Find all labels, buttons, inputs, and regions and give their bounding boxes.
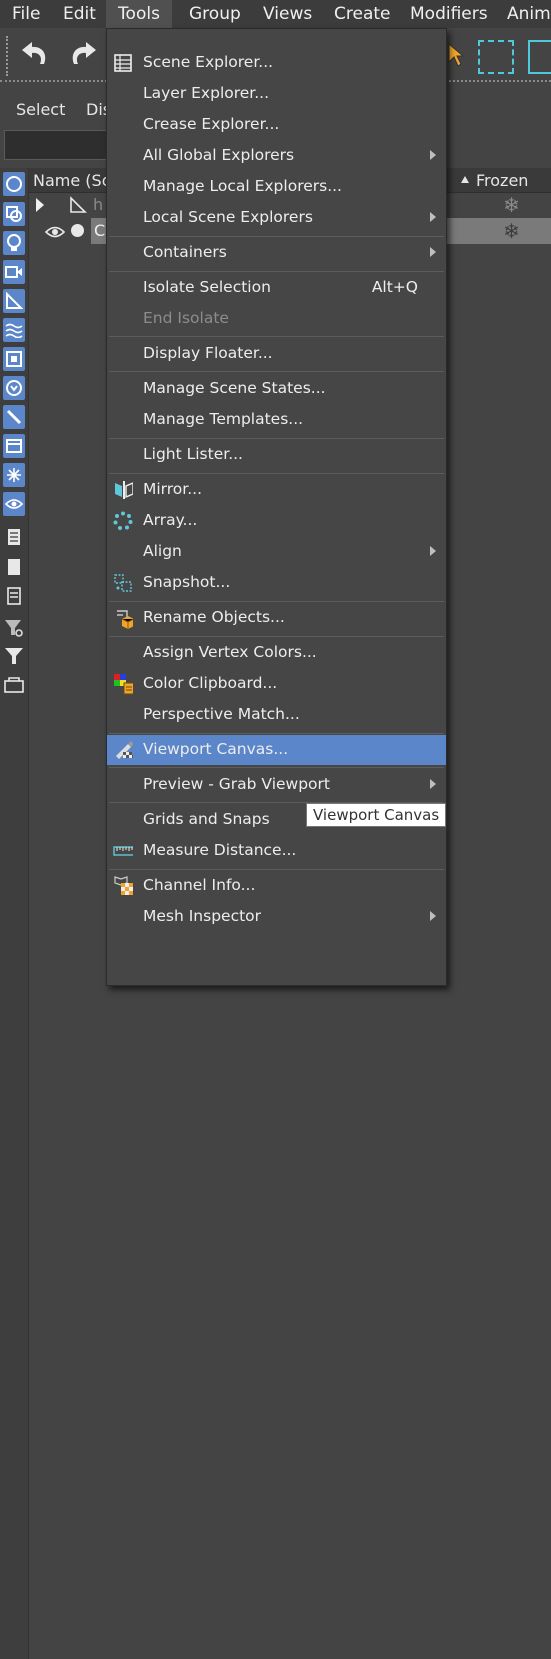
- menu-item-manage-templates[interactable]: Manage Templates...: [107, 405, 446, 435]
- tooltip: Viewport Canvas: [306, 803, 447, 827]
- menu-separator: [109, 636, 444, 637]
- invert-display-icon[interactable]: [3, 584, 25, 608]
- channel-info-icon: [113, 876, 133, 896]
- array-icon: [113, 511, 133, 531]
- helper-icon: [69, 196, 87, 214]
- menu-item-snapshot[interactable]: Snapshot...: [107, 568, 446, 598]
- menu-item-mesh-inspector[interactable]: Mesh Inspector: [107, 902, 446, 932]
- snowflake-icon[interactable]: ❄: [472, 192, 551, 218]
- menu-views[interactable]: Views: [263, 0, 312, 28]
- row-name: h: [93, 195, 104, 214]
- submenu-arrow-icon: [430, 247, 436, 257]
- display-all-icon[interactable]: [3, 525, 25, 549]
- menu-item-align[interactable]: Align: [107, 537, 446, 567]
- sort-ascending-icon: [461, 176, 469, 183]
- menu-item-isolate-selection[interactable]: Isolate Selection Alt+Q: [107, 273, 446, 303]
- menu-item-layer-explorer[interactable]: Layer Explorer...: [107, 79, 446, 109]
- tools-dropdown-menu: Scene Explorer... Layer Explorer... Crea…: [106, 28, 447, 986]
- menu-item-measure-distance[interactable]: Measure Distance...: [107, 836, 446, 866]
- frozen-filter-icon[interactable]: [3, 463, 25, 487]
- menu-separator: [109, 473, 444, 474]
- containers-filter-icon[interactable]: [3, 434, 25, 458]
- menu-item-color-clipboard[interactable]: Color Clipboard...: [107, 669, 446, 699]
- submenu-arrow-icon: [430, 911, 436, 921]
- window-crossing-icon[interactable]: [528, 40, 551, 74]
- menu-item-preview-grab-viewport[interactable]: Preview - Grab Viewport: [107, 770, 446, 800]
- filter-icon[interactable]: [3, 644, 25, 668]
- groups-filter-icon[interactable]: [3, 347, 25, 371]
- menu-item-array[interactable]: Array...: [107, 506, 446, 536]
- menu-item-containers[interactable]: Containers: [107, 238, 446, 268]
- explorer-select-tab[interactable]: Select: [16, 100, 65, 119]
- viewport-canvas-icon: [113, 740, 133, 760]
- menu-group[interactable]: Group: [189, 0, 241, 28]
- menu-separator: [109, 601, 444, 602]
- expand-arrow-icon[interactable]: [36, 198, 44, 212]
- bones-filter-icon[interactable]: [3, 405, 25, 429]
- menu-bar: File Edit Tools Group Views Create Modif…: [0, 0, 551, 28]
- menu-animation[interactable]: Anima: [507, 0, 551, 28]
- menu-item-all-global-explorers[interactable]: All Global Explorers: [107, 141, 446, 171]
- menu-item-display-floater[interactable]: Display Floater...: [107, 339, 446, 369]
- lights-filter-icon[interactable]: [3, 231, 25, 255]
- menu-item-local-scene-explorers[interactable]: Local Scene Explorers: [107, 203, 446, 233]
- layer-toggle-icon[interactable]: [3, 673, 25, 697]
- menu-separator: [109, 236, 444, 237]
- menu-item-manage-scene-states[interactable]: Manage Scene States...: [107, 374, 446, 404]
- toolbar-grip[interactable]: [6, 36, 12, 76]
- hidden-filter-icon[interactable]: [3, 492, 25, 516]
- menu-item-assign-vertex-colors[interactable]: Assign Vertex Colors...: [107, 638, 446, 668]
- menu-separator: [109, 869, 444, 870]
- filter-settings-icon[interactable]: [3, 616, 25, 640]
- mirror-icon: [113, 480, 133, 500]
- menu-item-manage-local-explorers[interactable]: Manage Local Explorers...: [107, 172, 446, 202]
- menu-create[interactable]: Create: [334, 0, 391, 28]
- table-icon: [113, 53, 133, 73]
- menu-modifiers[interactable]: Modifiers: [410, 0, 488, 28]
- shapes-filter-icon[interactable]: [3, 202, 25, 226]
- menu-item-channel-info[interactable]: Channel Info...: [107, 871, 446, 901]
- menu-tools[interactable]: Tools: [106, 0, 172, 28]
- menu-item-viewport-canvas[interactable]: Viewport Canvas...: [107, 735, 446, 765]
- geometry-filter-icon[interactable]: [3, 172, 25, 196]
- snapshot-icon: [113, 573, 133, 593]
- menu-separator: [109, 336, 444, 337]
- display-none-icon[interactable]: [3, 555, 25, 579]
- menu-separator: [109, 271, 444, 272]
- redo-icon[interactable]: [64, 38, 100, 70]
- submenu-arrow-icon: [430, 779, 436, 789]
- submenu-arrow-icon: [430, 150, 436, 160]
- menu-file[interactable]: File: [12, 0, 40, 28]
- menu-edit[interactable]: Edit: [63, 0, 96, 28]
- menu-separator: [109, 371, 444, 372]
- render-dot-icon[interactable]: [71, 224, 84, 237]
- measure-icon: [113, 841, 133, 861]
- helpers-filter-icon[interactable]: [3, 289, 25, 313]
- menu-item-mirror[interactable]: Mirror...: [107, 475, 446, 505]
- undo-icon[interactable]: [18, 38, 54, 70]
- snowflake-icon[interactable]: ❄: [472, 218, 551, 244]
- cameras-filter-icon[interactable]: [3, 260, 25, 284]
- menu-separator: [109, 438, 444, 439]
- menu-separator: [109, 733, 444, 734]
- select-cursor-icon[interactable]: [446, 42, 465, 68]
- menu-separator: [109, 767, 444, 768]
- filter-toolbar: [0, 168, 29, 1659]
- rename-icon: [113, 608, 133, 629]
- region-select-icon[interactable]: [478, 40, 514, 74]
- shortcut-label: Alt+Q: [371, 278, 418, 296]
- xrefs-filter-icon[interactable]: [3, 376, 25, 400]
- visibility-eye-icon[interactable]: [44, 224, 66, 238]
- menu-item-scene-explorer[interactable]: Scene Explorer...: [107, 48, 446, 78]
- menu-item-crease-explorer[interactable]: Crease Explorer...: [107, 110, 446, 140]
- spacewarps-filter-icon[interactable]: [3, 318, 25, 342]
- menu-item-perspective-match[interactable]: Perspective Match...: [107, 700, 446, 730]
- submenu-arrow-icon: [430, 212, 436, 222]
- menu-item-rename-objects[interactable]: Rename Objects...: [107, 603, 446, 633]
- submenu-arrow-icon: [430, 546, 436, 556]
- frozen-column-header[interactable]: Frozen: [476, 171, 528, 190]
- menu-item-light-lister[interactable]: Light Lister...: [107, 440, 446, 470]
- menu-item-end-isolate: End Isolate: [143, 309, 229, 327]
- color-clipboard-icon: [113, 674, 133, 695]
